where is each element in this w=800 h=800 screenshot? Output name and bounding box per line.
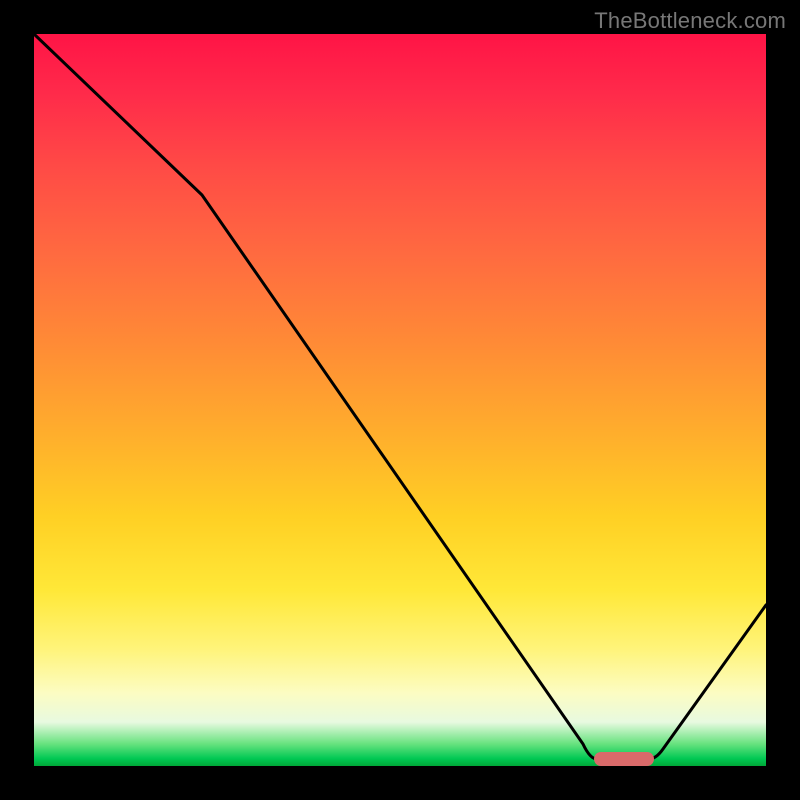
chart-frame: TheBottleneck.com [0,0,800,800]
chart-svg [34,34,766,766]
watermark-text: TheBottleneck.com [594,8,786,34]
bottleneck-curve [34,34,766,759]
optimal-range-marker [594,752,654,766]
plot-area [34,34,766,766]
